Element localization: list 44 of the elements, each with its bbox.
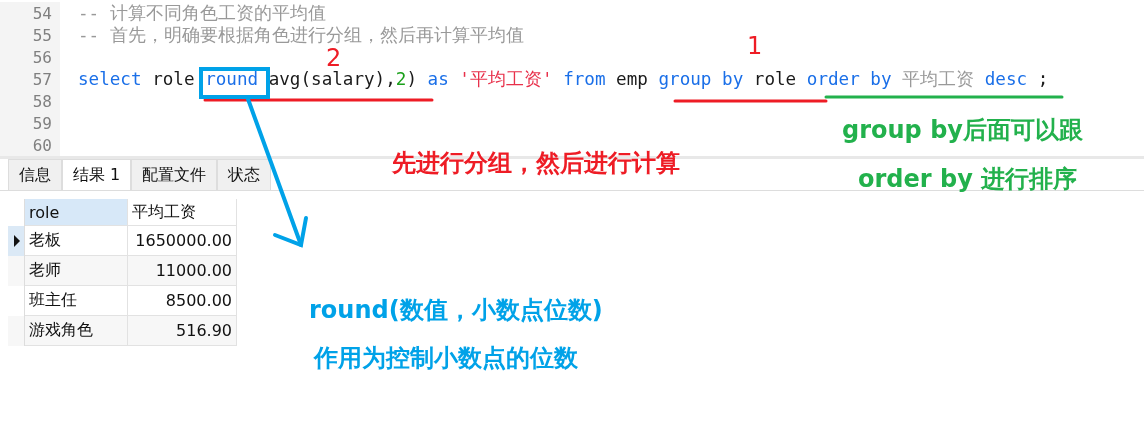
code-token: order by: [806, 69, 893, 89]
code-comment: -- 计算不同角色工资的平均值: [77, 2, 326, 25]
table-cell: 516.90: [128, 316, 237, 346]
code-token: 平均工资: [902, 69, 976, 89]
code-token: as: [427, 69, 450, 89]
tab[interactable]: 状态: [217, 159, 272, 190]
annotation-text: 先进行分组，然后进行计算: [392, 148, 680, 179]
table-cell: 游戏角色: [25, 316, 128, 346]
code-token: emp: [615, 69, 649, 89]
annotation-text: order by 进行排序: [858, 164, 1078, 195]
code-token: round: [205, 69, 259, 89]
code-token: ): [406, 69, 418, 89]
code-token: role: [151, 69, 196, 89]
step-number: 2: [326, 44, 342, 72]
code-token: 2: [395, 69, 407, 89]
code-token: role: [752, 69, 798, 89]
code-token: '平均工资': [459, 69, 554, 89]
line-number: 58: [0, 90, 60, 112]
table-row[interactable]: 游戏角色 516.90: [8, 316, 237, 346]
code-token: avg(salary),: [267, 69, 396, 89]
code-token: desc: [984, 69, 1028, 89]
column-header[interactable]: role: [25, 199, 128, 226]
code-comment: -- 首先，明确要根据角色进行分组，然后再计算平均值: [77, 24, 524, 47]
annotation-text: round(数值，小数点位数): [309, 295, 603, 326]
row-pointer-icon: [14, 235, 20, 247]
table-row[interactable]: 老板 1650000.00: [8, 226, 237, 256]
line-number: 60: [0, 134, 60, 156]
step-number: 1: [747, 32, 763, 60]
line-number: 57: [0, 68, 60, 90]
code-token: ;: [1036, 69, 1049, 89]
line-number: 55: [0, 24, 60, 46]
highlight-box: [199, 67, 270, 99]
line-number: 56: [0, 46, 60, 68]
annotation-text: 作用为控制小数点的位数: [314, 343, 578, 374]
tab[interactable]: 信息: [8, 159, 62, 190]
table-row[interactable]: 老师 11000.00: [8, 256, 237, 286]
code-token: select: [78, 69, 142, 89]
tab[interactable]: 配置文件: [131, 159, 218, 190]
annotation-text: group by后面可以跟: [842, 115, 1083, 146]
tab[interactable]: 结果 1: [62, 159, 132, 190]
code-token: group by: [658, 69, 744, 89]
line-number: 54: [0, 2, 60, 24]
line-number: 59: [0, 112, 60, 134]
code-token: from: [563, 69, 606, 89]
